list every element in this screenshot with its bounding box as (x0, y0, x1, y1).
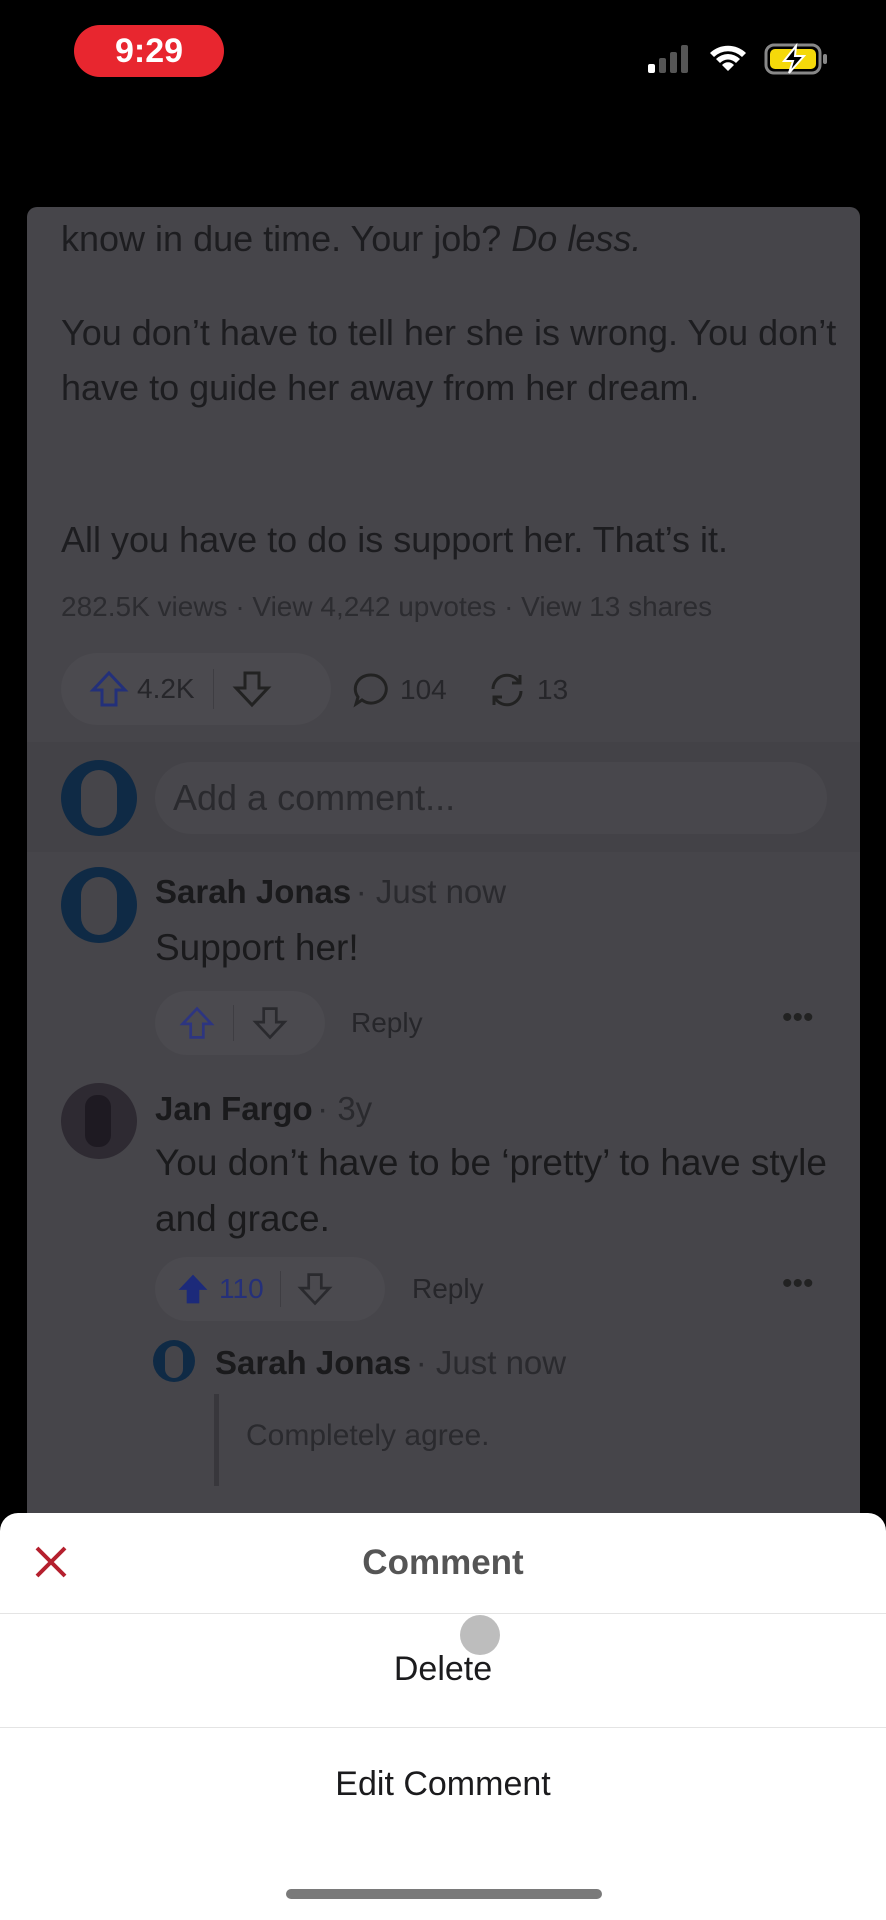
comment-author[interactable]: Jan Fargo (155, 1090, 313, 1127)
reply-button[interactable]: Reply (351, 1007, 423, 1039)
divider (0, 1727, 886, 1728)
sheet-title: Comment (362, 1543, 524, 1582)
home-indicator[interactable] (286, 1889, 602, 1899)
downvote-icon[interactable] (297, 1271, 333, 1307)
post-paragraph: know in due time. Your job? Do less. (61, 218, 642, 259)
touch-indicator (460, 1615, 500, 1655)
avatar (61, 867, 137, 943)
comment-text: Support her! (155, 927, 359, 968)
vote-group: 4.2K (61, 653, 331, 725)
divider (0, 1613, 886, 1614)
reshare-icon (491, 673, 523, 707)
delete-option[interactable]: Delete (0, 1650, 886, 1700)
status-time: 9:29 (74, 25, 224, 77)
upvote-button[interactable]: 110 (175, 1271, 264, 1307)
post-paragraph: All you have to do is support her. That’… (61, 519, 729, 560)
comment-text: You don’t have to be ‘pretty’ to have st… (155, 1142, 827, 1239)
wifi-icon (708, 42, 748, 79)
comment-icon (353, 673, 388, 708)
reply-text: Completely agree. (246, 1419, 490, 1452)
post-stats[interactable]: 282.5K views · View 4,242 upvotes · View… (61, 591, 712, 623)
downvote-icon[interactable] (232, 669, 272, 709)
more-options-icon[interactable]: ••• (782, 1001, 814, 1035)
vote-group (155, 991, 325, 1055)
more-options-icon[interactable]: ••• (782, 1267, 814, 1301)
cellular-signal-icon (648, 44, 694, 79)
reply-author[interactable]: Sarah Jonas (215, 1344, 411, 1381)
avatar (153, 1340, 195, 1382)
battery-charging-icon (764, 42, 830, 81)
add-comment-input[interactable]: Add a comment... (155, 762, 827, 834)
edit-comment-option[interactable]: Edit Comment (0, 1765, 886, 1804)
post-card: know in due time. Your job? Do less. You… (27, 207, 860, 1537)
comments-button[interactable]: 104 (352, 671, 447, 709)
avatar (61, 1083, 137, 1159)
avatar (61, 760, 137, 836)
add-comment-row: Add a comment... (27, 742, 860, 852)
upvote-button[interactable]: 4.2K (61, 669, 195, 709)
share-button[interactable]: 13 (487, 671, 568, 709)
vote-group: 110 (155, 1257, 385, 1321)
upvote-icon (89, 670, 129, 707)
reply-button[interactable]: Reply (412, 1273, 484, 1305)
comment-author[interactable]: Sarah Jonas (155, 873, 351, 910)
post-paragraph: You don’t have to tell her she is wrong.… (61, 312, 837, 408)
quote-bar (214, 1394, 219, 1486)
upvote-icon[interactable] (179, 1005, 215, 1041)
upvote-filled-icon (178, 1274, 208, 1304)
comment-action-sheet: Comment Delete Edit Comment (0, 1513, 886, 1920)
downvote-icon[interactable] (252, 1005, 288, 1041)
